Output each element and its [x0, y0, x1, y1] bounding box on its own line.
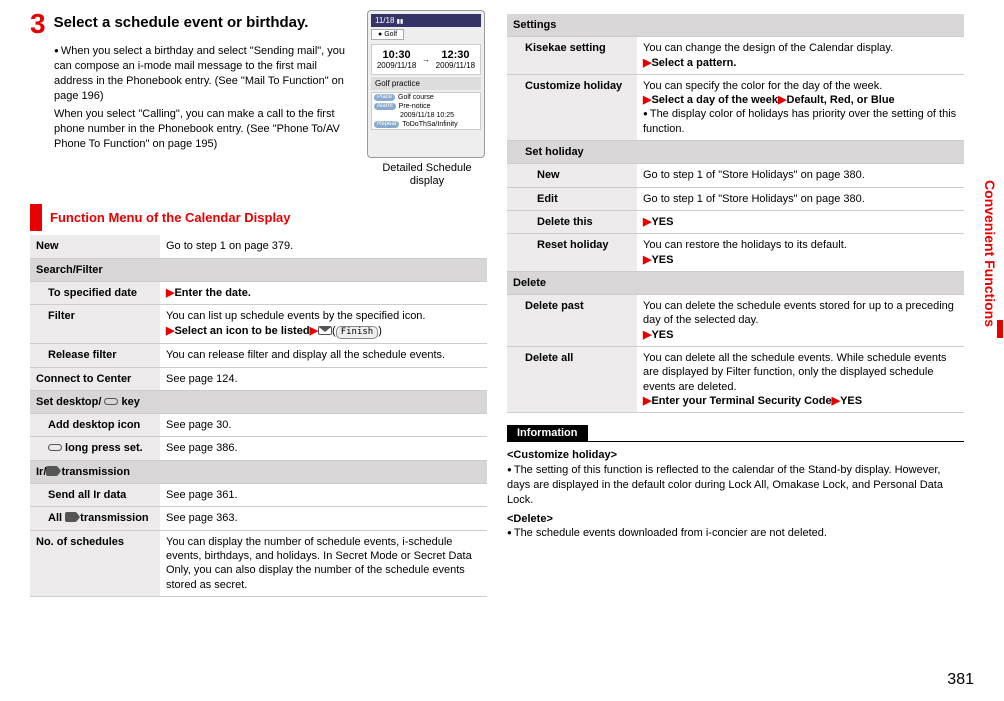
side-tab: Convenient Functions [982, 180, 998, 327]
ir-icon [65, 512, 77, 522]
step-number: 3 [30, 10, 46, 38]
key-icon [48, 444, 62, 451]
step-body-1: When you select a birthday and select "S… [54, 44, 359, 103]
row-holiday-new: New [507, 164, 637, 187]
info-sub-delete: <Delete> [507, 512, 964, 527]
side-indicator [997, 320, 1003, 338]
row-settings-header: Settings [507, 14, 964, 37]
row-delete-past: Delete past [507, 295, 637, 347]
function-menu-table-left: New Go to step 1 on page 379. Search/Fil… [30, 235, 487, 596]
row-send-all-ir: Send all Ir data [30, 484, 160, 507]
row-holiday-edit: Edit [507, 187, 637, 210]
row-set-holiday-header: Set holiday [507, 141, 964, 164]
row-long-press-set: long press set. [30, 437, 160, 460]
info-p1: The setting of this function is reflecte… [507, 463, 964, 508]
phone-topbar: 11/18 ▮▮ [371, 14, 481, 27]
phone-subtitle: Golf practice [371, 77, 481, 90]
information-tag: Information [507, 425, 588, 441]
row-customize-holiday: Customize holiday [507, 74, 637, 140]
row-set-desktop-header: Set desktop/ key [30, 390, 487, 413]
info-sub-customize: <Customize holiday> [507, 448, 964, 463]
phone-caption: Detailed Schedule [367, 162, 487, 175]
mail-icon [318, 326, 332, 335]
finish-button-icon: Finish [336, 326, 379, 340]
row-ir-transmission-header: Ir/ transmission [30, 460, 487, 483]
key-icon [104, 398, 118, 405]
step-title: Select a schedule event or birthday. [54, 10, 309, 31]
row-add-desktop-icon: Add desktop icon [30, 414, 160, 437]
row-delete-header: Delete [507, 271, 964, 294]
row-no-of-schedules: No. of schedules [30, 530, 160, 596]
phone-time-start: 10:30 [377, 49, 416, 61]
row-all-transmission: All transmission [30, 507, 160, 530]
phone-mockup: 11/18 ▮▮ ● Golf 10:30 2009/11/18 → 12:30… [367, 10, 487, 188]
phone-time-end: 12:30 [436, 49, 475, 61]
row-reset-holiday: Reset holiday [507, 234, 637, 272]
row-to-specified-date: To specified date [30, 281, 160, 304]
step-body-2: When you select "Calling", you can make … [54, 107, 359, 152]
page-number: 381 [947, 671, 974, 689]
row-filter: Filter [30, 305, 160, 344]
row-delete-this: Delete this [507, 210, 637, 233]
phone-tab: ● Golf [371, 29, 404, 40]
function-menu-table-right: Settings Kisekae setting You can change … [507, 14, 964, 413]
row-connect-center: Connect to Center [30, 367, 160, 390]
row-kisekae: Kisekae setting [507, 37, 637, 75]
row-delete-all: Delete all [507, 347, 637, 413]
info-p2: The schedule events downloaded from i-co… [507, 526, 964, 541]
arrow-icon: → [422, 55, 430, 64]
ir-icon [46, 466, 58, 476]
row-search-filter-header: Search/Filter [30, 258, 487, 281]
row-release-filter: Release filter [30, 344, 160, 367]
function-menu-title: Function Menu of the Calendar Display [30, 204, 487, 231]
row-new: New [30, 235, 160, 258]
